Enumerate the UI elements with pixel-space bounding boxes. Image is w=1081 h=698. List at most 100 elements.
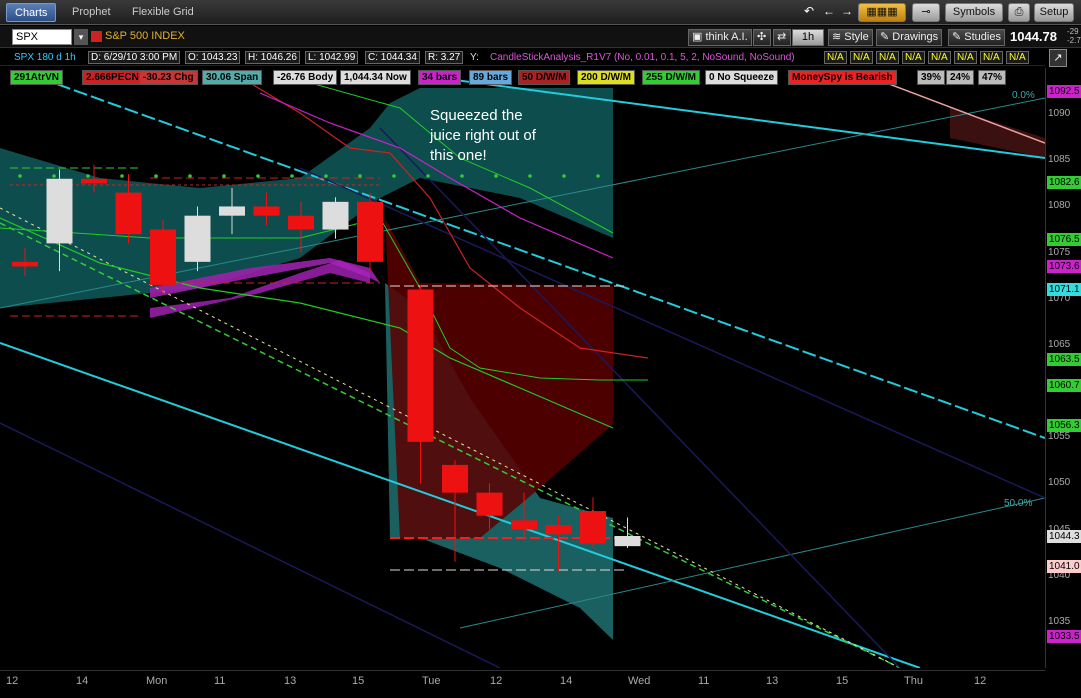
time-axis[interactable]: 12 14 Mon 11 13 15 Tue 12 14 Wed 11 13 15 Thu 12 [0, 670, 1045, 698]
na-value: N/A [876, 51, 899, 64]
symbol-input[interactable]: SPX [12, 29, 72, 45]
price-axis[interactable]: 1090108510801075107010651055105010451040… [1045, 68, 1081, 668]
crosshair-button[interactable]: ✣ [753, 29, 771, 46]
crosshair-icon: ✣ [757, 31, 767, 43]
print-button[interactable]: ⎙ [1008, 3, 1030, 22]
na-value: N/A [1006, 51, 1029, 64]
y-price-tag: 1033.5 [1047, 629, 1081, 643]
y-price-tag: 1044.3 [1047, 530, 1081, 543]
tab-charts[interactable]: Charts [6, 3, 57, 22]
indicator-badge: 255 D/W/M [642, 70, 701, 85]
squeeze-dot [154, 174, 158, 178]
compare-icon: ⇄ [777, 31, 787, 43]
settings-icon: ↗ [1053, 52, 1063, 64]
symbol-color-icon [91, 31, 102, 42]
squeeze-dot [494, 174, 498, 178]
tab-prophet[interactable]: Prophet [64, 3, 119, 22]
grid-icon: ▦▦▦ [866, 6, 898, 18]
link-button[interactable]: ⊸ [912, 3, 940, 22]
squeeze-dot [426, 174, 430, 178]
indicator-badge: -26.76 Body [273, 70, 338, 85]
studies-button[interactable]: ✎ Studies [948, 29, 1005, 46]
price-change: -29 -2.7 [1067, 27, 1081, 45]
indicator-badge: 2.666PECN [82, 70, 143, 85]
chart-settings-button[interactable]: ↗ [1049, 49, 1067, 67]
symbol-dropdown-icon[interactable]: ▾ [74, 29, 88, 45]
x-tick-label: 15 [352, 675, 365, 687]
squeeze-dot [290, 174, 294, 178]
squeeze-dot [460, 174, 464, 178]
indicator-badge: MoneySpy is Bearish [788, 70, 897, 85]
indicator-badge: 30.06 Span [202, 70, 263, 85]
bar-close: C: 1044.34 [365, 51, 420, 64]
squeeze-dot [562, 174, 566, 178]
bearish-zone-right [950, 108, 1045, 158]
y-tick-label: 1050 [1048, 477, 1071, 489]
squeeze-dot [222, 174, 226, 178]
y-price-tag: 1082.6 [1047, 176, 1081, 190]
y-price-tag: 1060.7 [1047, 378, 1081, 392]
printer-icon: ⎙ [1014, 6, 1024, 18]
candle-body [219, 206, 245, 216]
squeeze-dot [358, 174, 362, 178]
na-value: N/A [824, 51, 847, 64]
candle-body [545, 524, 572, 535]
candle-body [150, 229, 176, 285]
grid-layout-button[interactable]: ▦▦▦ [858, 3, 906, 22]
chart-annotation: Squeezed the juice right out of this one… [430, 107, 536, 164]
indicator-badge: 34 bars [418, 70, 462, 85]
info-bar: SPX 180 d 1h D: 6/29/10 3:00 PM O: 1043.… [0, 49, 1045, 66]
candle-body [580, 511, 606, 544]
candle-body [115, 192, 142, 235]
indicator-badge: 0 No Squeeze [705, 70, 779, 85]
y-price-tag: 1071.1 [1047, 282, 1081, 296]
x-tick-label: 12 [6, 675, 19, 687]
drawings-button[interactable]: ✎ Drawings [876, 29, 943, 46]
indicator-badge: 39% [917, 70, 946, 85]
last-price: 1044.78 [1010, 29, 1057, 44]
style-button[interactable]: ≋ Style [828, 29, 873, 46]
bar-high: H: 1046.26 [245, 51, 300, 64]
candle-body [357, 201, 383, 262]
x-tick-label: 13 [284, 675, 297, 687]
forward-arrow-icon[interactable]: → [838, 3, 856, 22]
y-tick-label: 1035 [1048, 615, 1071, 627]
indicator-badge: 1,044.34 Now [340, 70, 411, 85]
indicator-badge: 50 D/W/M [518, 70, 571, 85]
tab-flexible-grid[interactable]: Flexible Grid [124, 3, 202, 22]
x-tick-label: Mon [146, 675, 168, 687]
price-change-points: -29 [1067, 27, 1079, 36]
candle-body [253, 206, 280, 216]
candle-body [476, 492, 503, 516]
think-ai-button[interactable]: ▣ think A.I. [688, 29, 752, 46]
squeeze-dot [324, 174, 328, 178]
symbols-button[interactable]: Symbols [945, 3, 1003, 22]
y-price-tag: 1073.6 [1047, 259, 1081, 273]
setup-button[interactable]: Setup [1034, 3, 1074, 22]
indicator-badge: -30.23 Chg [139, 70, 198, 85]
compare-button[interactable]: ⇄ [773, 29, 791, 46]
y-tick-label: 1065 [1048, 338, 1071, 350]
candle-body [511, 520, 537, 530]
candle-body [322, 201, 349, 230]
fib-mid-label: 50.0% [1004, 498, 1033, 509]
indicator-badge: 291AtrVN [10, 70, 64, 85]
na-value: N/A [980, 51, 1003, 64]
x-tick-label: Thu [904, 675, 923, 687]
na-value: N/A [954, 51, 977, 64]
back-arrow-icon[interactable]: ← [820, 3, 838, 22]
squeeze-dot [52, 174, 56, 178]
squeeze-dot [86, 174, 90, 178]
x-tick-label: 14 [76, 675, 89, 687]
chart-icon: ▣ [692, 31, 706, 43]
squeeze-dot [256, 174, 260, 178]
x-tick-label: 13 [766, 675, 779, 687]
bar-open: O: 1043.23 [185, 51, 241, 64]
undo-icon[interactable]: ↶ [800, 3, 818, 22]
na-value: N/A [850, 51, 873, 64]
y-price-tag: 1041.0 [1047, 560, 1081, 574]
bar-date: D: 6/29/10 3:00 PM [88, 51, 181, 64]
fib-top-label: 0.0% [1012, 90, 1035, 101]
timeframe-select[interactable]: 1h [792, 29, 824, 46]
y-price-tag: 1092.5 [1047, 85, 1081, 99]
